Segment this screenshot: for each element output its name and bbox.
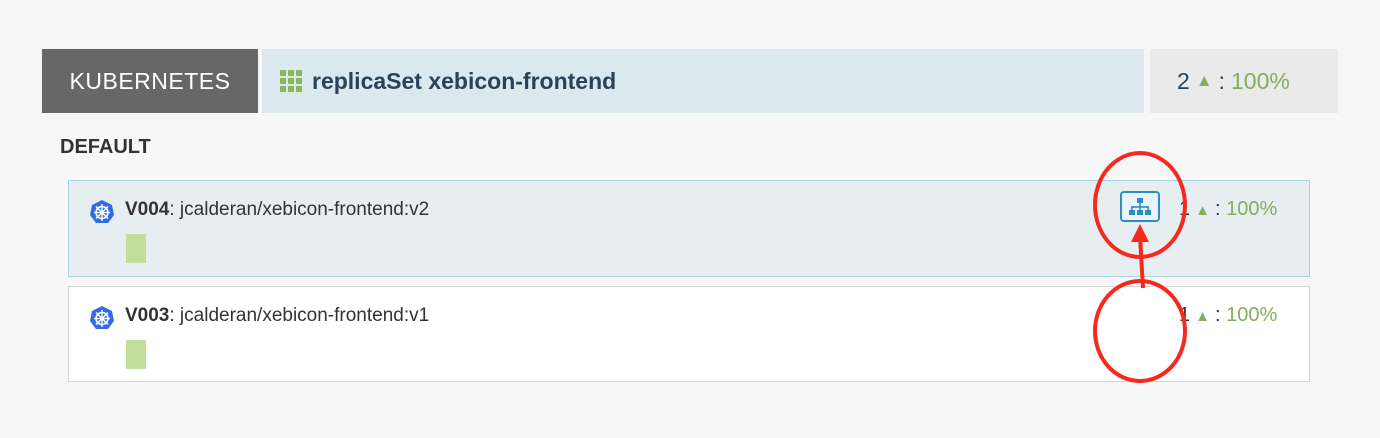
server-group-version: V003 [125,305,170,326]
up-triangle-icon: ▲ [1195,202,1210,219]
health-percent: 100% [1226,304,1278,326]
instance-healthy[interactable] [126,340,146,369]
up-triangle-icon: ▲ [1195,308,1210,325]
server-group-version: V004 [125,199,170,220]
server-group-image: : jcalderan/xebicon-frontend:v1 [169,305,430,326]
kubernetes-icon [90,200,114,223]
server-group-health: 1 ▲: 100% [1179,198,1277,221]
cluster-title[interactable]: replicaSet xebicon-frontend [262,49,1144,113]
up-triangle-icon: ▲ [1195,71,1213,90]
server-group-health: 1 ▲: 100% [1179,304,1277,327]
server-group-label: V003: jcalderan/xebicon-frontend:v1 [125,305,429,327]
server-group-label: V004: jcalderan/xebicon-frontend:v2 [125,199,429,221]
load-balancer-icon [1129,197,1151,215]
server-group-v003[interactable]: V003: jcalderan/xebicon-frontend:v1 1 ▲: … [68,286,1310,382]
cluster-label: replicaSet xebicon-frontend [312,67,617,94]
instance-count: 1 [1179,198,1191,220]
provider-label: KUBERNETES [42,49,258,113]
health-separator: : [1218,67,1226,94]
server-group-image: : jcalderan/xebicon-frontend:v2 [169,199,430,220]
server-group-v004[interactable]: V004: jcalderan/xebicon-frontend:v2 1 ▲: … [68,180,1310,277]
load-balancer-button[interactable] [1120,191,1160,222]
cluster-health: 2 ▲ : 100% [1150,49,1338,113]
instance-healthy[interactable] [126,234,146,263]
cluster-header: KUBERNETES replicaSet xebicon-frontend 2… [42,49,1338,113]
health-percent: 100% [1226,198,1278,220]
grid-icon [280,70,302,92]
health-separator: : [1214,198,1221,220]
health-percent: 100% [1231,67,1290,94]
instance-count: 1 [1179,304,1191,326]
health-count: 2 [1177,67,1190,94]
group-title: DEFAULT [60,136,151,158]
health-separator: : [1214,304,1221,326]
kubernetes-icon [90,306,114,329]
